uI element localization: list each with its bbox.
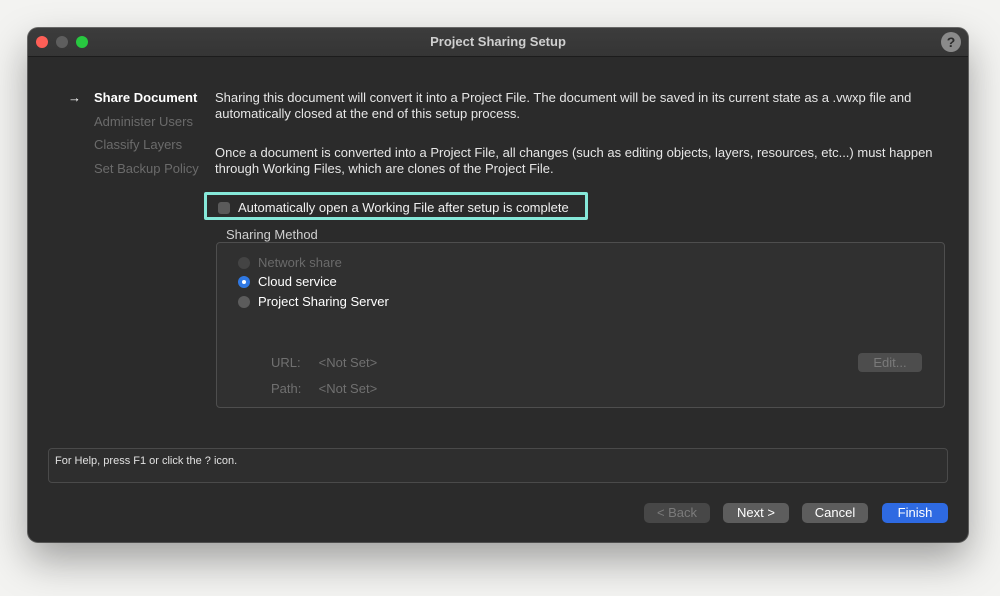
finish-button[interactable]: Finish: [882, 503, 948, 523]
help-icon[interactable]: ?: [941, 32, 961, 52]
working-files-description: Once a document is converted into a Proj…: [215, 145, 933, 176]
help-text-area: For Help, press F1 or click the ? icon.: [48, 448, 948, 483]
project-sharing-setup-dialog: Project Sharing Setup ? → Share Document…: [28, 28, 968, 542]
step-administer-users: Administer Users: [68, 114, 218, 138]
step-label: Set Backup Policy: [94, 160, 199, 176]
radio-label: Network share: [258, 255, 342, 270]
radio-button[interactable]: [238, 296, 250, 308]
url-row: URL: <Not Set>: [271, 355, 377, 370]
next-button[interactable]: Next >: [723, 503, 789, 523]
radio-label: Project Sharing Server: [258, 294, 389, 309]
radio-button: [238, 257, 250, 269]
sharing-method-title: Sharing Method: [226, 227, 318, 242]
auto-open-label: Automatically open a Working File after …: [238, 200, 569, 215]
step-label: Administer Users: [94, 113, 193, 129]
path-label: Path:: [271, 381, 302, 396]
path-row: Path: <Not Set>: [271, 381, 377, 396]
setup-steps-list: → Share Document Administer Users Classi…: [68, 90, 218, 184]
sharing-method-group: Network share Cloud service Project Shar…: [216, 242, 945, 408]
url-value: <Not Set>: [318, 355, 378, 370]
window-title: Project Sharing Setup: [430, 34, 566, 49]
url-label: URL:: [271, 355, 301, 370]
checkbox-box[interactable]: [218, 202, 230, 214]
current-step-arrow-icon: →: [68, 90, 81, 105]
edit-button[interactable]: Edit...: [858, 353, 922, 372]
radio-button[interactable]: [238, 276, 250, 288]
back-button[interactable]: < Back: [644, 503, 710, 523]
title-bar: Project Sharing Setup ?: [28, 28, 968, 57]
step-label: Share Document: [94, 90, 198, 105]
step-label: Classify Layers: [94, 137, 183, 152]
step-set-backup-policy: Set Backup Policy: [68, 161, 218, 185]
cancel-button[interactable]: Cancel: [802, 503, 868, 523]
step-classify-layers: Classify Layers: [68, 137, 218, 161]
step-share-document: → Share Document: [68, 90, 218, 114]
radio-label: Cloud service: [258, 274, 337, 289]
auto-open-working-file-checkbox[interactable]: Automatically open a Working File after …: [204, 192, 588, 220]
path-value: <Not Set>: [318, 381, 378, 396]
conversion-description: Sharing this document will convert it in…: [215, 90, 912, 121]
